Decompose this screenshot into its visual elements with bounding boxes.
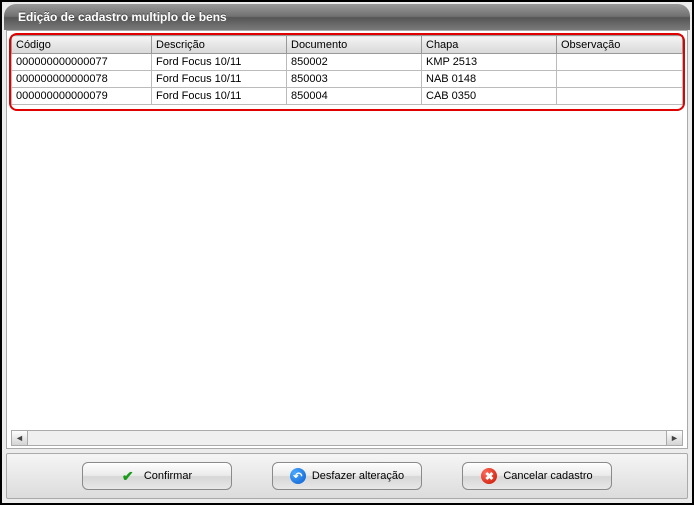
col-header-chapa[interactable]: Chapa — [422, 36, 557, 54]
cancel-button[interactable]: ✖ Cancelar cadastro — [462, 462, 612, 490]
cell-descricao[interactable]: Ford Focus 10/11 — [152, 54, 287, 71]
chevron-left-icon: ◄ — [15, 433, 24, 443]
table-row[interactable]: 000000000000078 Ford Focus 10/11 850003 … — [12, 71, 683, 88]
titlebar: Edição de cadastro multiplo de bens — [4, 4, 690, 30]
chevron-right-icon: ► — [670, 433, 679, 443]
cell-observacao[interactable] — [557, 54, 683, 71]
undo-label: Desfazer alteração — [312, 470, 404, 482]
grid-header-row: Código Descrição Documento Chapa Observa… — [12, 36, 683, 54]
confirm-label: Confirmar — [144, 470, 192, 482]
col-header-documento[interactable]: Documento — [287, 36, 422, 54]
cell-codigo[interactable]: 000000000000077 — [12, 54, 152, 71]
grid-wrapper: Código Descrição Documento Chapa Observa… — [11, 35, 683, 105]
scroll-right-button[interactable]: ► — [666, 431, 682, 445]
cell-observacao[interactable] — [557, 71, 683, 88]
table-row[interactable]: 000000000000079 Ford Focus 10/11 850004 … — [12, 88, 683, 105]
undo-button[interactable]: ↶ Desfazer alteração — [272, 462, 422, 490]
cell-descricao[interactable]: Ford Focus 10/11 — [152, 88, 287, 105]
col-header-descricao[interactable]: Descrição — [152, 36, 287, 54]
cell-chapa[interactable]: NAB 0148 — [422, 71, 557, 88]
asset-grid[interactable]: Código Descrição Documento Chapa Observa… — [11, 35, 683, 105]
table-row[interactable]: 000000000000077 Ford Focus 10/11 850002 … — [12, 54, 683, 71]
scroll-track[interactable] — [28, 431, 666, 445]
col-header-observacao[interactable]: Observação — [557, 36, 683, 54]
cell-documento[interactable]: 850003 — [287, 71, 422, 88]
cell-documento[interactable]: 850002 — [287, 54, 422, 71]
window-inner: Edição de cadastro multiplo de bens Códi… — [2, 2, 692, 503]
cancel-icon: ✖ — [481, 468, 497, 484]
window: Edição de cadastro multiplo de bens Códi… — [0, 0, 694, 505]
col-header-codigo[interactable]: Código — [12, 36, 152, 54]
confirm-button[interactable]: ✔ Confirmar — [82, 462, 232, 490]
button-bar: ✔ Confirmar ↶ Desfazer alteração ✖ Cance… — [6, 453, 688, 499]
cell-codigo[interactable]: 000000000000079 — [12, 88, 152, 105]
cell-documento[interactable]: 850004 — [287, 88, 422, 105]
content-area: Código Descrição Documento Chapa Observa… — [6, 30, 688, 449]
window-title: Edição de cadastro multiplo de bens — [18, 10, 227, 24]
cell-descricao[interactable]: Ford Focus 10/11 — [152, 71, 287, 88]
cell-observacao[interactable] — [557, 88, 683, 105]
undo-icon: ↶ — [290, 468, 306, 484]
cell-chapa[interactable]: KMP 2513 — [422, 54, 557, 71]
cancel-label: Cancelar cadastro — [503, 470, 592, 482]
cell-codigo[interactable]: 000000000000078 — [12, 71, 152, 88]
scroll-left-button[interactable]: ◄ — [12, 431, 28, 445]
check-icon: ✔ — [122, 468, 138, 484]
horizontal-scrollbar[interactable]: ◄ ► — [11, 430, 683, 446]
cell-chapa[interactable]: CAB 0350 — [422, 88, 557, 105]
